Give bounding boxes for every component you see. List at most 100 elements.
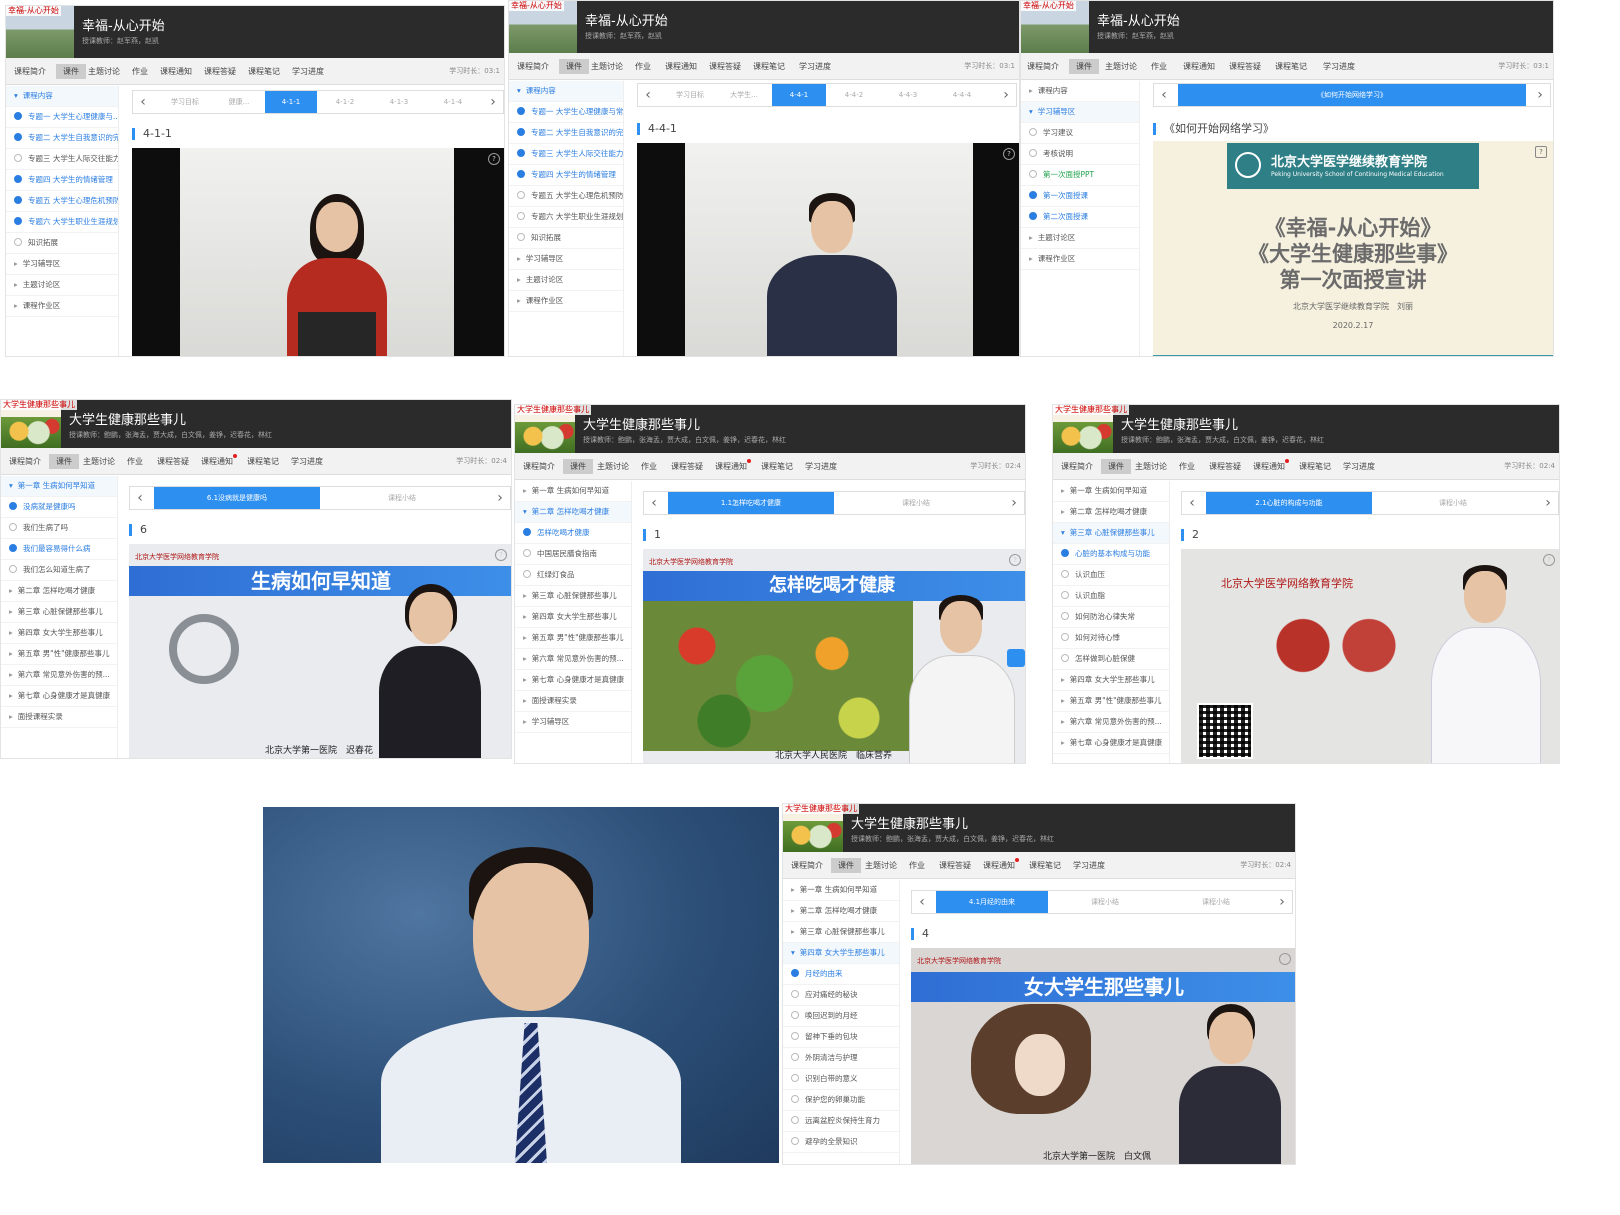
sidebar-item[interactable]: 没病就是健康吗 [1, 497, 117, 518]
sidebar-item[interactable]: 红绿灯食品 [515, 565, 631, 586]
lesson-tab-active[interactable]: 4.1月经的由来 [936, 891, 1048, 913]
pip-icon[interactable] [1007, 649, 1025, 667]
nav-notice[interactable]: 课程通知 [1253, 461, 1285, 472]
sidebar-item[interactable]: 月经的由来 [783, 964, 899, 985]
sidebar-item[interactable]: 留神下垂的包块 [783, 1027, 899, 1048]
nav-homework[interactable]: 作业 [132, 66, 148, 77]
sidebar-item[interactable]: 识别白带的意义 [783, 1069, 899, 1090]
next-arrow-icon[interactable]: › [490, 487, 510, 509]
nav-notes[interactable]: 课程笔记 [248, 66, 280, 77]
sidebar-item[interactable]: 第一章 生病如何早知道 [783, 880, 899, 901]
nav-homework[interactable]: 作业 [1179, 461, 1195, 472]
nav-courseware[interactable]: 课件 [563, 459, 593, 474]
next-arrow-icon[interactable]: › [1272, 891, 1292, 913]
sidebar-item[interactable]: 第四章 女大学生那些事儿 [1053, 670, 1169, 691]
sidebar-item[interactable]: 我们怎么知道生病了 [1, 560, 117, 581]
nav-discussion[interactable]: 主题讨论 [591, 61, 623, 72]
nav-notice[interactable]: 课程通知 [201, 456, 233, 467]
lesson-tab[interactable]: 大学生... [718, 84, 770, 106]
nav-notice[interactable]: 课程通知 [1183, 61, 1215, 72]
nav-course-intro[interactable]: 课程简介 [14, 66, 46, 77]
sidebar-item[interactable]: 考核说明 [1021, 144, 1139, 165]
lesson-tab-active[interactable]: 1.1怎样吃喝才健康 [668, 492, 834, 514]
sidebar-item[interactable]: 避孕的全景知识 [783, 1132, 899, 1153]
sidebar-item[interactable]: 第一章 生病如何早知道 [1, 476, 117, 497]
sidebar-item[interactable]: 第七章 心身健康才是真健康 [1053, 733, 1169, 754]
nav-notice[interactable]: 课程通知 [160, 66, 192, 77]
sidebar-item[interactable]: 专题五 大学生心理危机预防... [509, 186, 623, 207]
sidebar-item[interactable]: 心脏的基本构成与功能 [1053, 544, 1169, 565]
nav-courseware[interactable]: 课件 [1069, 59, 1099, 74]
nav-discussion[interactable]: 主题讨论 [1105, 61, 1137, 72]
nav-courseware[interactable]: 课件 [831, 858, 861, 873]
lesson-tab[interactable]: 学习目标 [662, 84, 718, 106]
slide-viewer[interactable]: 北京大学医学继续教育学院 Peking University School of… [1153, 141, 1553, 356]
nav-qa[interactable]: 课程答疑 [204, 66, 236, 77]
nav-homework[interactable]: 作业 [641, 461, 657, 472]
video-player[interactable]: 北京大学医学网络教育学院 生病如何早知道 北京大学第一医院 迟春花 ? [129, 544, 511, 758]
nav-discussion[interactable]: 主题讨论 [597, 461, 629, 472]
lesson-tab[interactable]: 4-1-4 [427, 91, 479, 113]
lesson-tab[interactable]: 4-4-2 [828, 84, 880, 106]
sidebar-item[interactable]: 课程内容 [1021, 81, 1139, 102]
sidebar-item[interactable]: 专题四 大学生的情绪管理 [509, 165, 623, 186]
nav-courseware[interactable]: 课件 [56, 64, 86, 79]
sidebar-item[interactable]: 课程内容 [6, 86, 118, 107]
nav-course-intro[interactable]: 课程简介 [9, 456, 41, 467]
nav-progress[interactable]: 学习进度 [805, 461, 837, 472]
help-icon[interactable]: ? [1279, 953, 1291, 965]
nav-progress[interactable]: 学习进度 [1073, 860, 1105, 871]
nav-courseware[interactable]: 课件 [1101, 459, 1131, 474]
sidebar-item[interactable]: 怎样做到心脏保健 [1053, 649, 1169, 670]
next-arrow-icon[interactable]: › [1004, 492, 1024, 514]
video-player[interactable]: ? [132, 148, 504, 356]
sidebar-item[interactable]: 我们生病了吗 [1, 518, 117, 539]
sidebar-item[interactable]: 中国居民膳食指南 [515, 544, 631, 565]
lesson-tab[interactable]: 课程小结 [1050, 891, 1160, 913]
nav-notes[interactable]: 课程笔记 [1275, 61, 1307, 72]
help-icon[interactable]: ? [495, 549, 507, 561]
lesson-tab-active[interactable]: 4-4-1 [772, 84, 826, 106]
prev-arrow-icon[interactable]: ‹ [638, 84, 658, 106]
nav-homework[interactable]: 作业 [127, 456, 143, 467]
prev-arrow-icon[interactable]: ‹ [130, 487, 150, 509]
lesson-tab[interactable]: 课程小结 [836, 492, 996, 514]
sidebar-item[interactable]: 学习辅导区 [509, 249, 623, 270]
nav-course-intro[interactable]: 课程简介 [1027, 61, 1059, 72]
sidebar-item[interactable]: 认识血脂 [1053, 586, 1169, 607]
sidebar-item[interactable]: 知识拓展 [509, 228, 623, 249]
sidebar-item[interactable]: 第四章 女大学生那些事儿 [515, 607, 631, 628]
lesson-tab[interactable]: 课程小结 [1374, 492, 1532, 514]
sidebar-item[interactable]: 专题四 大学生的情绪管理 [6, 170, 118, 191]
lesson-tab[interactable]: 课程小结 [1162, 891, 1270, 913]
nav-notice[interactable]: 课程通知 [983, 860, 1015, 871]
sidebar-item[interactable]: 第三章 心脏保健那些事儿 [1053, 523, 1169, 544]
video-player[interactable]: ? [637, 143, 1019, 356]
sidebar-item[interactable]: 第四章 女大学生那些事儿 [783, 943, 899, 964]
next-arrow-icon[interactable]: › [483, 91, 503, 113]
lesson-tab[interactable]: 4-4-3 [882, 84, 934, 106]
sidebar-item[interactable]: 我们最容易得什么病 [1, 539, 117, 560]
nav-progress[interactable]: 学习进度 [292, 66, 324, 77]
help-icon[interactable]: ? [1003, 148, 1015, 160]
next-arrow-icon[interactable]: › [996, 84, 1016, 106]
sidebar-item[interactable]: 专题六 大学生职业生涯规划 [6, 212, 118, 233]
nav-progress[interactable]: 学习进度 [799, 61, 831, 72]
sidebar-item[interactable]: 学习辅导区 [1021, 102, 1139, 123]
sidebar-item[interactable]: 学习辅导区 [6, 254, 118, 275]
nav-notes[interactable]: 课程笔记 [247, 456, 279, 467]
nav-notes[interactable]: 课程笔记 [1299, 461, 1331, 472]
sidebar-item[interactable]: 保护您的卵巢功能 [783, 1090, 899, 1111]
sidebar-item[interactable]: 第一章 生病如何早知道 [515, 481, 631, 502]
lesson-tab[interactable]: 4-1-3 [373, 91, 425, 113]
sidebar-item[interactable]: 专题三 大学生人际交往能力... [6, 149, 118, 170]
lesson-tab[interactable]: 课程小结 [322, 487, 482, 509]
sidebar-item[interactable]: 专题二 大学生自我意识的完善 [509, 123, 623, 144]
sidebar-item[interactable]: 主题讨论区 [509, 270, 623, 291]
prev-arrow-icon[interactable]: ‹ [133, 91, 153, 113]
nav-discussion[interactable]: 主题讨论 [1135, 461, 1167, 472]
nav-qa[interactable]: 课程答疑 [157, 456, 189, 467]
sidebar-item[interactable]: 专题三 大学生人际交往能力... [509, 144, 623, 165]
sidebar-item[interactable]: 第六章 常见意外伤害的预... [1053, 712, 1169, 733]
lesson-tab-active[interactable]: 2.1心脏的构成与功能 [1206, 492, 1372, 514]
